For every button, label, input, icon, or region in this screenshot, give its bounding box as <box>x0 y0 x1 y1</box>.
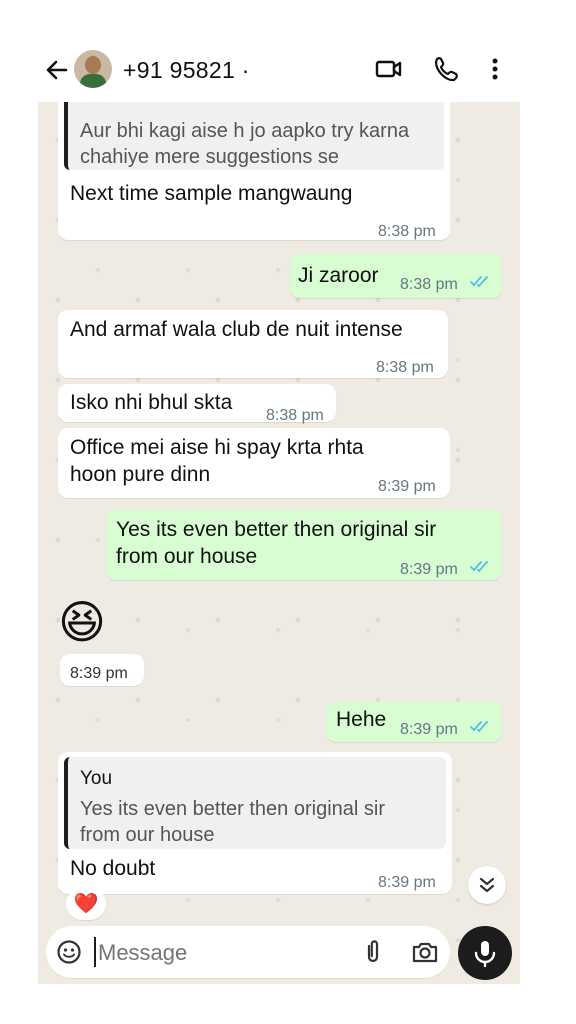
chat-screen: +91 95821 · Aur bhi kagi aise h jo aapko… <box>38 40 520 984</box>
quoted-message[interactable]: Aur bhi kagi aise h jo aapko try karna c… <box>64 96 444 170</box>
message-outgoing[interactable]: Hehe 8:39 pm <box>326 702 502 742</box>
message-incoming[interactable]: Aur bhi kagi aise h jo aapko try karna c… <box>58 92 450 240</box>
message-text: Isko nhi bhul skta <box>70 391 233 414</box>
message-time: 8:39 pm <box>378 478 436 495</box>
quoted-text-line: Yes its even better then original sir <box>80 798 385 820</box>
message-text: And armaf wala club de nuit intense <box>70 318 403 341</box>
scroll-down-icon <box>479 877 495 893</box>
message-text-line: Yes its even better then original sir <box>116 518 437 541</box>
message-time: 8:39 pm <box>378 874 436 891</box>
double-check-icon <box>470 276 488 288</box>
avatar-body <box>80 74 106 88</box>
quoted-text-line: from our house <box>80 824 215 846</box>
message-time: 8:38 pm <box>266 407 324 424</box>
message-outgoing[interactable]: Ji zaroor 8:38 pm <box>290 254 502 298</box>
scroll-down-button[interactable] <box>468 866 506 904</box>
message-incoming[interactable]: You Yes its even better then original si… <box>58 752 452 894</box>
message-text: No doubt <box>70 857 156 880</box>
message-time: 8:38 pm <box>376 359 434 376</box>
emoji-message-time-pill: 8:39 pm <box>60 654 144 686</box>
message-time: 8:39 pm <box>70 665 128 682</box>
double-check-icon <box>470 721 488 733</box>
video-call-icon[interactable] <box>374 54 404 84</box>
mic-icon <box>474 941 496 968</box>
message-time: 8:39 pm <box>400 721 458 738</box>
quoted-text: Aur bhi kagi aise h jo aapko try karna c… <box>80 120 410 168</box>
message-text-line: from our house <box>116 545 258 568</box>
message-incoming[interactable]: And armaf wala club de nuit intense 8:38… <box>58 310 448 378</box>
message-text-line: Office mei aise hi spay krta rhta <box>70 436 364 459</box>
message-text: Hehe <box>336 708 387 731</box>
message-text: Next time sample mangwaung <box>70 182 353 205</box>
camera-icon[interactable] <box>410 937 440 967</box>
message-outgoing[interactable]: Yes its even better then original sir fr… <box>106 510 502 580</box>
message-incoming[interactable]: Office mei aise hi spay krta rhta hoon p… <box>58 428 450 498</box>
message-input[interactable] <box>96 936 350 970</box>
message-text-line: hoon pure dinn <box>70 463 211 486</box>
phone-icon[interactable] <box>430 54 460 84</box>
more-vert-icon[interactable] <box>480 54 510 84</box>
message-time: 8:38 pm <box>378 223 436 240</box>
quoted-sender: You <box>80 768 113 789</box>
attach-icon[interactable] <box>360 937 386 967</box>
quoted-message[interactable]: You Yes its even better then original si… <box>64 757 446 849</box>
back-arrow-icon[interactable] <box>44 56 70 84</box>
contact-name[interactable]: +91 95821 · <box>123 57 250 84</box>
message-time: 8:38 pm <box>400 276 458 293</box>
double-check-icon <box>470 561 488 573</box>
message-incoming[interactable]: Isko nhi bhul skta 8:38 pm <box>58 384 336 424</box>
chat-header: +91 95821 · <box>38 40 520 102</box>
avatar[interactable] <box>74 50 112 88</box>
message-time: 8:39 pm <box>400 561 458 578</box>
message-composer <box>46 926 450 978</box>
reaction-heart[interactable]: ❤️ <box>66 888 106 920</box>
mic-button[interactable] <box>458 926 512 980</box>
message-text: Ji zaroor <box>298 264 379 287</box>
avatar-face <box>85 56 101 74</box>
emoji-message[interactable]: 😆 <box>58 594 106 650</box>
emoji-icon[interactable] <box>56 939 82 965</box>
